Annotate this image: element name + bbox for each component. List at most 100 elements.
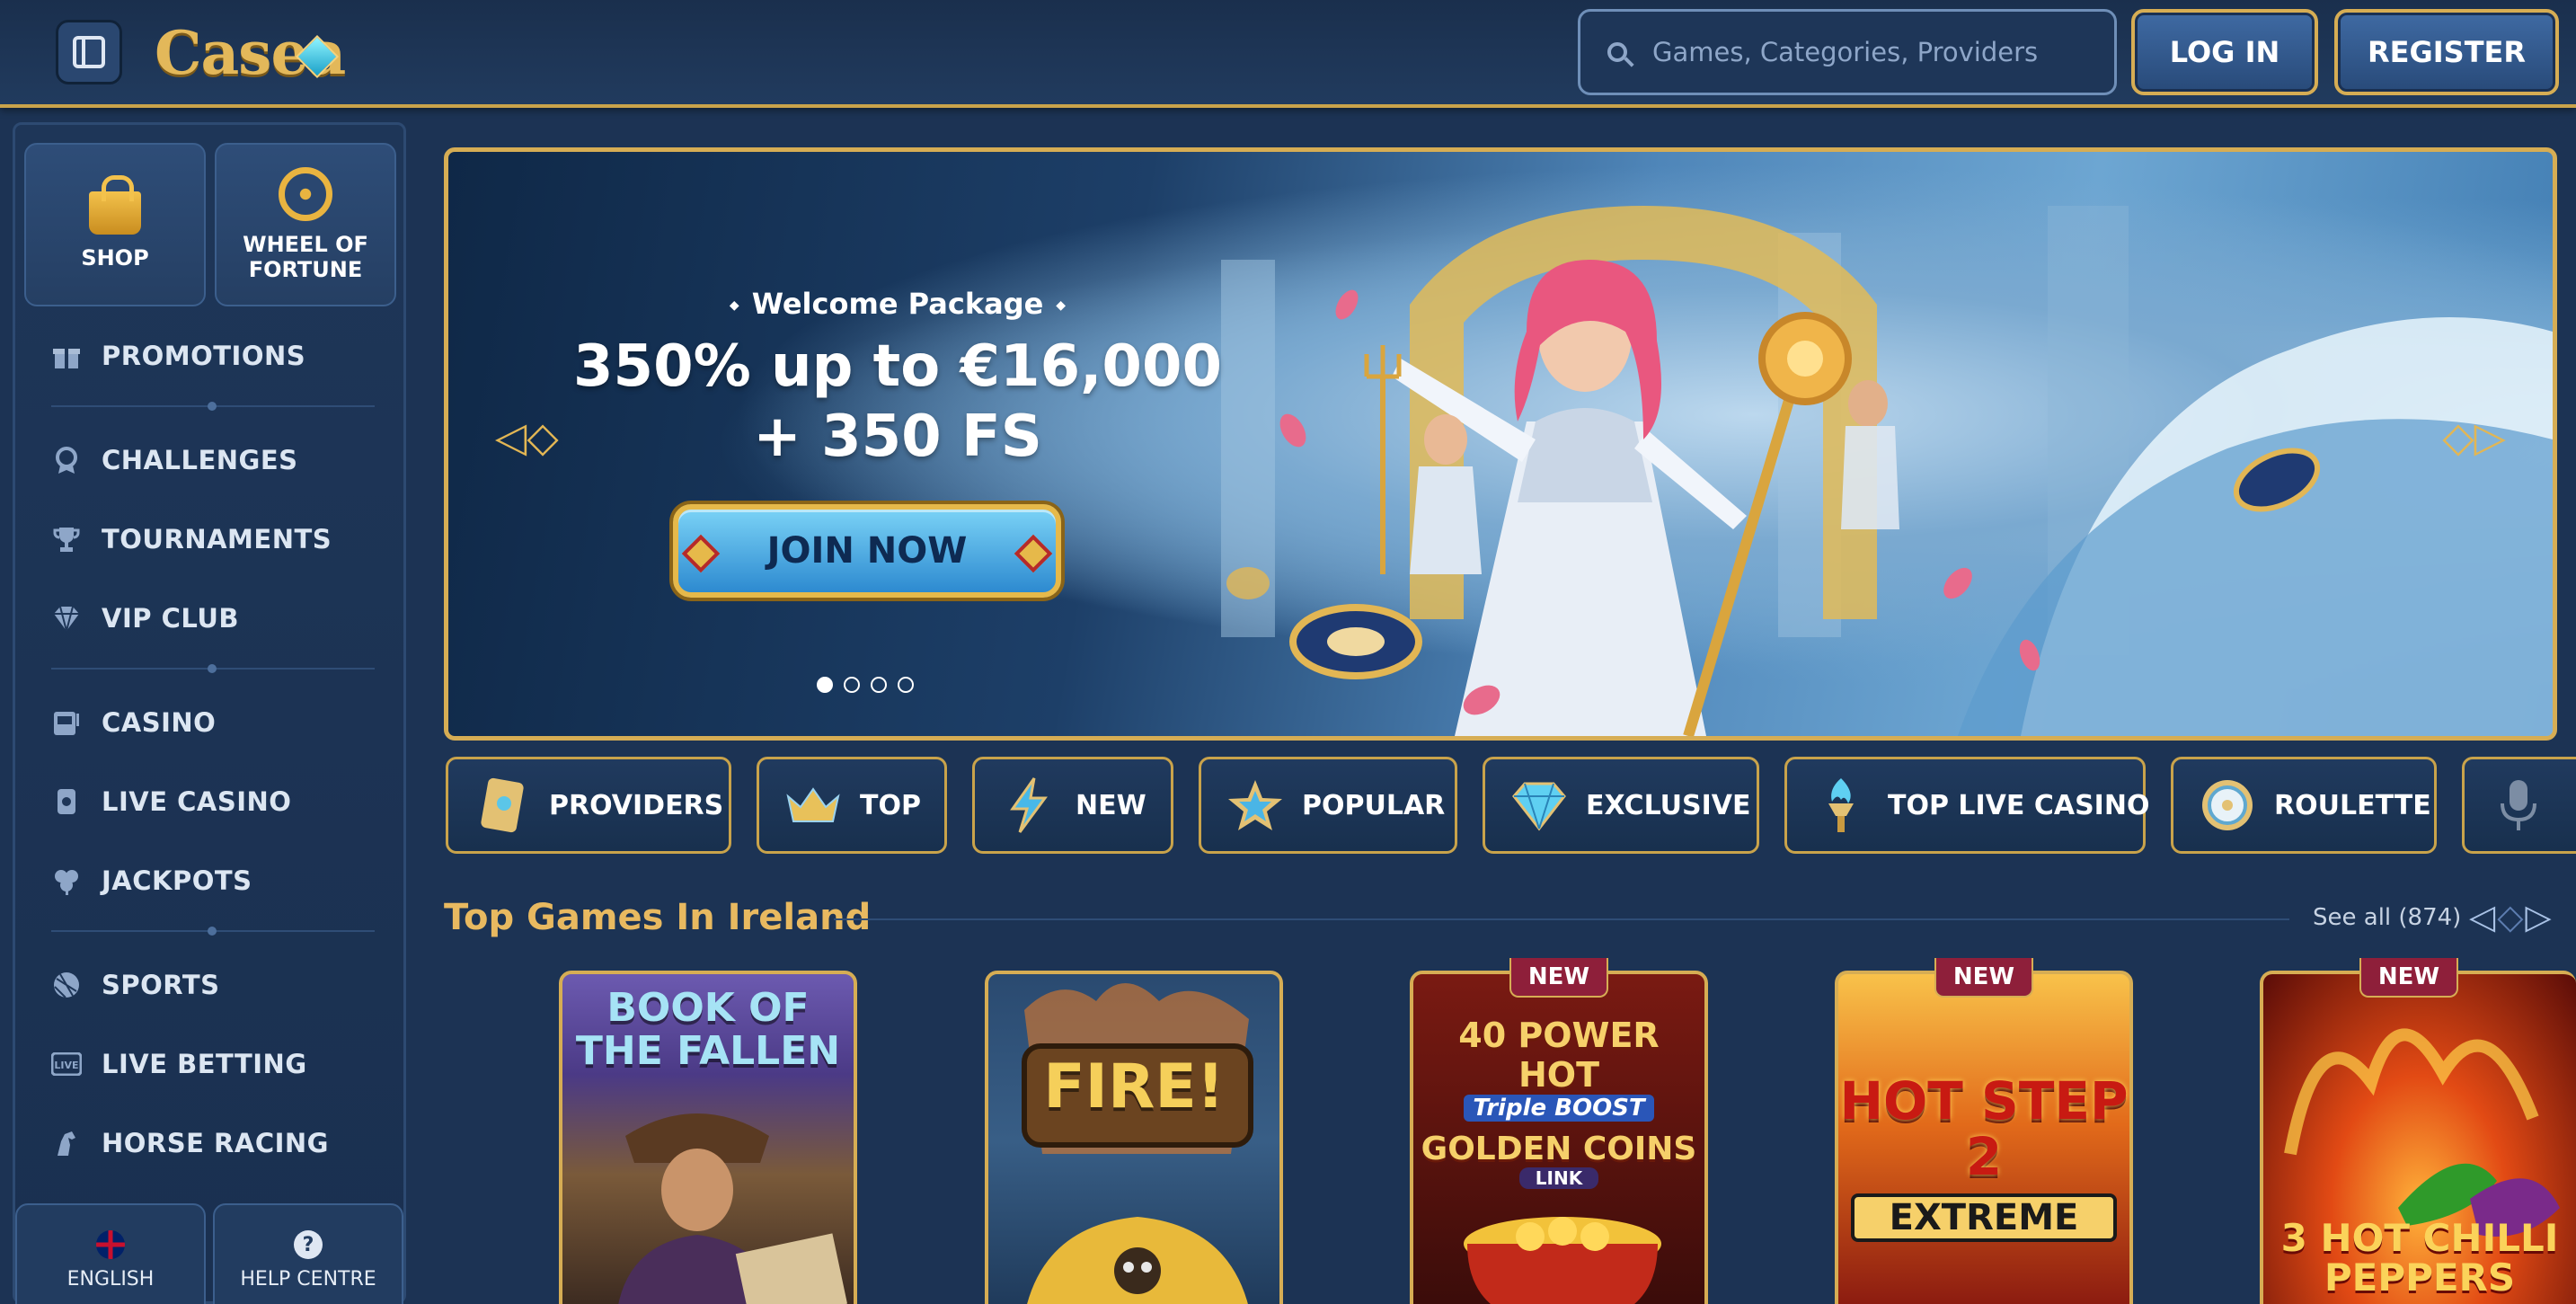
- hero-title-line2: + 350 FS: [753, 404, 1042, 470]
- category-label: TOP LIVE CASINO: [1888, 789, 2150, 821]
- scroll-left-icon[interactable]: ◁: [2469, 897, 2497, 936]
- sidebar-toggle-icon: [73, 36, 105, 68]
- sidebar-item-label: HORSE RACING: [102, 1128, 329, 1158]
- register-button[interactable]: REGISTER: [2334, 9, 2559, 95]
- sidebar-item-horse-racing[interactable]: HORSE RACING: [51, 1121, 329, 1166]
- category-popular[interactable]: POPULAR: [1199, 757, 1457, 854]
- sidebar-item-label: LIVE BETTING: [102, 1049, 307, 1079]
- game-card-hot-step-2[interactable]: HOT STEP 2 EXTREME: [1835, 971, 2133, 1304]
- hero-next-arrow-icon[interactable]: ◇▷: [2442, 412, 2506, 461]
- sidebar-item-label: TOURNAMENTS: [102, 524, 332, 554]
- wheel-icon: [279, 167, 332, 221]
- games-scroll-arrows[interactable]: ◁◇▷: [2469, 897, 2554, 936]
- sidebar-item-label: SPORTS: [102, 970, 220, 1000]
- sidebar-item-tournaments[interactable]: TOURNAMENTS: [51, 517, 332, 562]
- diamond-icon: [1512, 782, 1566, 831]
- hero-subtitle: Welcome Package: [628, 287, 1167, 321]
- help-icon: ?: [294, 1230, 323, 1259]
- microphone-icon: [2501, 780, 2536, 830]
- language-label: ENGLISH: [66, 1268, 155, 1291]
- game-card-40-power-hot[interactable]: 40 POWER HOT Triple BOOST GOLDEN COINS L…: [1410, 971, 1708, 1304]
- card-icon: [481, 777, 524, 833]
- sidebar-item-label: CHALLENGES: [102, 445, 298, 475]
- category-new[interactable]: NEW: [972, 757, 1173, 854]
- category-top[interactable]: TOP: [757, 757, 947, 854]
- slot-machine-icon: [51, 707, 82, 738]
- sidebar-divider: [51, 402, 375, 411]
- sidebar-item-label: VIP CLUB: [102, 603, 239, 634]
- category-exclusive[interactable]: EXCLUSIVE: [1483, 757, 1759, 854]
- sidebar-tile-shop[interactable]: SHOP: [24, 143, 206, 306]
- search-icon: [1607, 42, 1627, 62]
- sidebar-item-label: JACKPOTS: [102, 865, 252, 896]
- hero-pagination: [817, 677, 914, 693]
- game-card-3-hot-chilli-peppers[interactable]: 3 HOT CHILLI PEPPERS: [2260, 971, 2576, 1304]
- crown-icon: [786, 787, 840, 822]
- game-title-block: HOT STEP 2 EXTREME: [1838, 1073, 2129, 1242]
- new-badge: NEW: [1509, 958, 1608, 998]
- category-label: EXCLUSIVE: [1586, 789, 1751, 821]
- casea-logo[interactable]: Casea: [155, 13, 346, 93]
- sidebar-item-jackpots[interactable]: JACKPOTS: [51, 858, 252, 903]
- hero-dot[interactable]: [817, 677, 833, 693]
- sidebar-tile-wheel-of-fortune[interactable]: WHEEL OF FORTUNE: [215, 143, 396, 306]
- game-card-fire[interactable]: FIRE!: [985, 971, 1283, 1304]
- hero-dot[interactable]: [898, 677, 914, 693]
- category-label: TOP: [860, 789, 921, 821]
- tile-label: SHOP: [81, 245, 149, 271]
- search-box[interactable]: [1578, 9, 2117, 95]
- section-title-top-games: Top Games In Ireland: [444, 897, 872, 938]
- new-badge: NEW: [1934, 958, 2033, 998]
- top-header: Casea LOG IN REGISTER: [0, 0, 2576, 108]
- hero-dot[interactable]: [871, 677, 887, 693]
- hero-banner[interactable]: Welcome Package 350% up to €16,000 + 350…: [444, 147, 2557, 741]
- sidebar-item-vip-club[interactable]: VIP CLUB: [51, 596, 239, 641]
- category-roulette[interactable]: ROULETTE: [2171, 757, 2437, 854]
- sidebar-item-label: PROMOTIONS: [102, 341, 306, 371]
- join-now-button[interactable]: JOIN NOW: [673, 504, 1061, 598]
- game-title: 3 HOT CHILLI PEPPERS: [2280, 1216, 2559, 1300]
- sidebar-toggle-button[interactable]: [56, 20, 122, 84]
- uk-flag-icon: [96, 1230, 125, 1259]
- sidebar-divider: [51, 664, 375, 673]
- game-title: FIRE!: [1043, 1051, 1225, 1122]
- horse-icon: [51, 1128, 82, 1158]
- game-card-book-of-the-fallen[interactable]: BOOK OF THE FALLEN: [559, 971, 857, 1304]
- category-providers[interactable]: PROVIDERS: [446, 757, 731, 854]
- sidebar-item-label: CASINO: [102, 707, 217, 738]
- sidebar-item-challenges[interactable]: CHALLENGES: [51, 438, 298, 483]
- torch-icon: [1828, 778, 1854, 832]
- section-divider: [834, 918, 2289, 920]
- see-all-link[interactable]: See all (874): [2313, 904, 2461, 931]
- sidebar-item-promotions[interactable]: PROMOTIONS: [51, 333, 305, 378]
- scroll-right-icon[interactable]: ▷: [2525, 897, 2553, 936]
- game-subtitle: EXTREME: [1851, 1193, 2117, 1242]
- trophy-icon: [51, 524, 82, 554]
- medal-icon: [51, 445, 82, 475]
- live-badge-icon: LIVE: [51, 1049, 82, 1079]
- hero-title: 350% up to €16,000 + 350 FS: [556, 332, 1239, 472]
- game-art-image: [618, 1113, 848, 1304]
- hero-prev-arrow-icon[interactable]: ◁◇: [495, 412, 559, 461]
- sidebar-item-sports[interactable]: SPORTS: [51, 962, 220, 1007]
- language-selector[interactable]: ENGLISH: [15, 1203, 206, 1304]
- category-top-live-casino[interactable]: TOP LIVE CASINO: [1784, 757, 2150, 854]
- login-button[interactable]: LOG IN: [2131, 9, 2318, 95]
- category-partial-microphone[interactable]: [2462, 757, 2576, 854]
- help-centre-button[interactable]: ? HELP CENTRE: [213, 1203, 403, 1304]
- sidebar-item-live-casino[interactable]: LIVE CASINO: [51, 779, 291, 824]
- sidebar-item-casino[interactable]: CASINO: [51, 700, 216, 745]
- sidebar: SHOP WHEEL OF FORTUNE PROMOTIONS CHALLEN…: [13, 122, 406, 1304]
- ball-icon: [51, 970, 82, 1000]
- sidebar-item-live-betting[interactable]: LIVE LIVE BETTING: [51, 1042, 307, 1087]
- tile-label: WHEEL OF FORTUNE: [243, 232, 368, 282]
- game-title: HOT STEP 2: [1839, 1070, 2129, 1187]
- gift-icon: [51, 341, 82, 371]
- star-icon: [1228, 780, 1282, 830]
- search-input[interactable]: [1652, 37, 2075, 67]
- hero-dot[interactable]: [844, 677, 860, 693]
- game-art-image: [1022, 983, 1253, 1304]
- diamond-icon: [51, 603, 82, 634]
- roulette-icon: [2202, 780, 2253, 830]
- sidebar-divider: [51, 927, 375, 936]
